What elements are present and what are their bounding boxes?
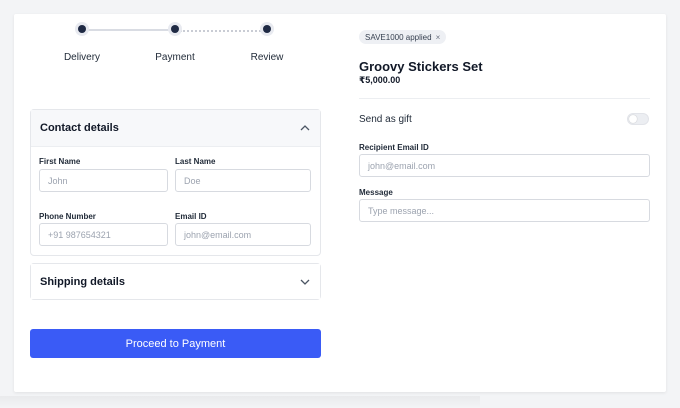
shipping-details-title: Shipping details — [40, 275, 125, 288]
product-name: Groovy Stickers Set — [359, 59, 483, 74]
checkout-stepper: Delivery Payment Review — [16, 22, 316, 72]
chevron-down-icon[interactable] — [299, 276, 311, 288]
send-as-gift-label: Send as gift — [359, 114, 412, 125]
step-label-review: Review — [250, 52, 284, 63]
page-shadow — [0, 396, 480, 408]
coupon-text: SAVE1000 applied — [365, 32, 432, 42]
stepper-progress-line — [84, 29, 176, 31]
email-id-input[interactable]: john@email.com — [175, 223, 311, 246]
step-dot-delivery — [78, 25, 86, 33]
contact-details-title: Contact details — [40, 122, 119, 134]
shipping-details-header[interactable]: Shipping details — [31, 264, 320, 299]
phone-number-input[interactable]: +91 987654321 — [39, 223, 168, 246]
coupon-badge: SAVE1000 applied × — [359, 30, 447, 44]
chevron-up-icon[interactable] — [299, 122, 311, 134]
step-label-payment: Payment — [155, 52, 195, 63]
first-name-label: First Name — [39, 157, 81, 166]
first-name-input[interactable]: John — [39, 169, 168, 192]
last-name-input[interactable]: Doe — [175, 169, 311, 192]
step-label-delivery: Delivery — [63, 52, 101, 63]
toggle-knob — [629, 115, 637, 123]
divider — [359, 98, 650, 99]
close-icon[interactable]: × — [436, 33, 441, 42]
phone-number-label: Phone Number — [39, 212, 96, 221]
product-price: ₹5,000.00 — [359, 75, 401, 85]
email-id-label: Email ID — [175, 212, 207, 221]
shipping-details-section: Shipping details — [30, 263, 321, 300]
contact-details-header[interactable]: Contact details — [31, 110, 320, 147]
message-label: Message — [359, 188, 393, 197]
recipient-email-input[interactable]: john@email.com — [359, 154, 650, 177]
recipient-email-label: Recipient Email ID — [359, 143, 429, 152]
proceed-to-payment-button[interactable]: Proceed to Payment — [30, 329, 321, 358]
message-input[interactable]: Type message... — [359, 199, 650, 222]
step-dot-payment — [171, 25, 179, 33]
step-dot-review — [263, 25, 271, 33]
stepper-pending-line — [180, 30, 268, 32]
last-name-label: Last Name — [175, 157, 216, 166]
send-as-gift-toggle[interactable] — [627, 113, 649, 125]
